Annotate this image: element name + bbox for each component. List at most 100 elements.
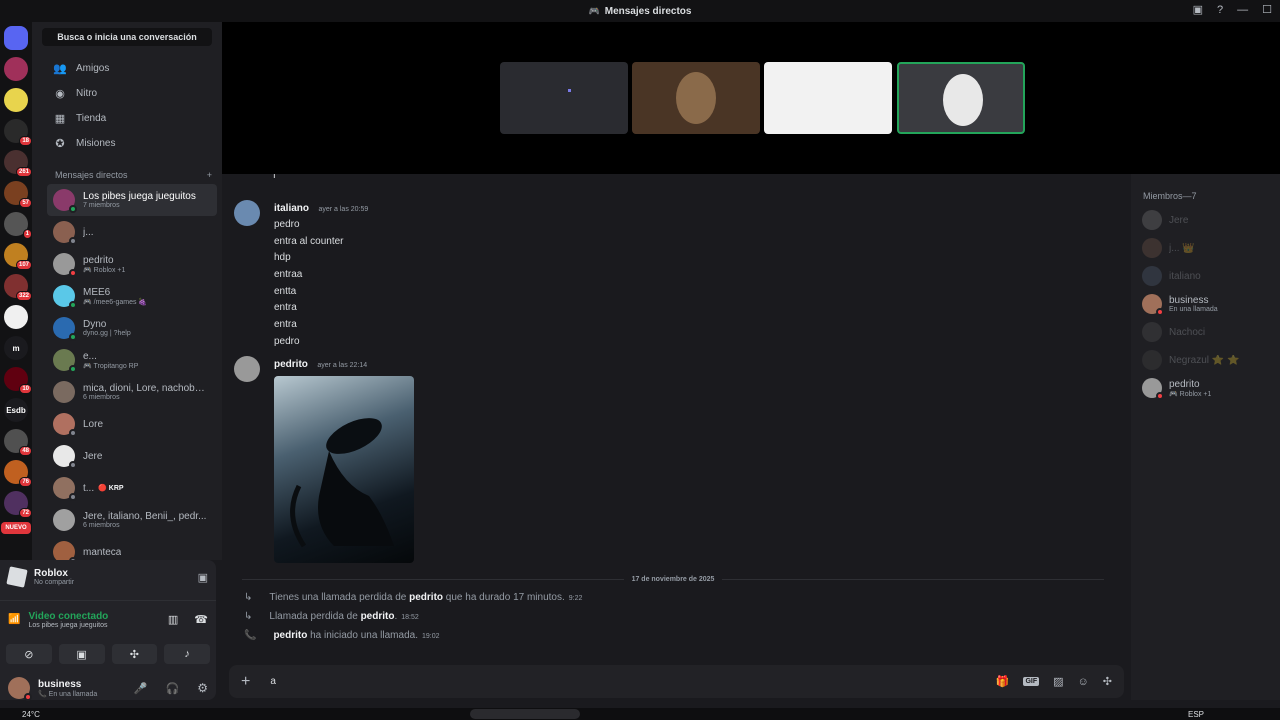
server-icon[interactable]: 10 xyxy=(4,367,32,394)
mic-icon[interactable]: 🎤 xyxy=(134,682,148,695)
screen-share-button[interactable]: ▣ xyxy=(58,644,105,664)
member-item[interactable]: business En una llamada xyxy=(1131,291,1280,317)
activities-button[interactable]: ✣ xyxy=(111,644,158,664)
headphones-icon[interactable]: 🎧 xyxy=(166,682,180,695)
dm-item[interactable]: Lore xyxy=(47,408,217,440)
dm-name: Jere xyxy=(83,450,103,462)
dm-name: MEE6 xyxy=(83,286,111,298)
server-icon[interactable]: 107 xyxy=(4,243,32,270)
camera-off-button[interactable]: ⊘ xyxy=(6,644,52,664)
server-icon[interactable] xyxy=(4,57,28,81)
server-icon[interactable]: 57 xyxy=(4,181,32,208)
noise-suppression-icon[interactable]: ▥ xyxy=(168,613,178,626)
server-icon[interactable]: 72 xyxy=(4,491,32,518)
video-tile[interactable] xyxy=(500,62,628,134)
minimize-button[interactable]: — xyxy=(1237,4,1248,16)
search-button[interactable]: Busca o inicia una conversación xyxy=(42,28,212,46)
member-item[interactable]: j... 👑 xyxy=(1131,235,1280,261)
sticker-icon[interactable]: ▨ xyxy=(1053,675,1063,688)
mention-badge: 10 xyxy=(19,384,32,394)
window-title: 🎮 Mensajes directos xyxy=(588,5,692,17)
system-time: 19:02 xyxy=(421,633,440,640)
system-user[interactable]: pedrito xyxy=(361,611,395,622)
system-message: ↳ Llamada perdida de pedrito. 18:52 xyxy=(244,611,419,622)
new-badge[interactable]: NUEVO xyxy=(1,522,31,534)
member-item[interactable]: italiano xyxy=(1131,263,1280,289)
status-dot xyxy=(69,429,77,437)
video-tile[interactable] xyxy=(764,62,892,134)
maximize-button[interactable]: ☐ xyxy=(1262,3,1272,16)
dm-item[interactable]: e... 🎮 Tropitango RP xyxy=(47,344,217,376)
my-avatar[interactable] xyxy=(8,677,32,701)
author-avatar[interactable] xyxy=(234,200,260,226)
nav-label: Amigos xyxy=(76,63,110,74)
member-item[interactable]: Negrazul ⭐ ⭐ xyxy=(1131,347,1280,373)
server-icon[interactable]: 1 xyxy=(4,212,32,239)
server-icon[interactable]: 322 xyxy=(4,274,32,301)
dm-item[interactable]: Los pibes juega jueguitos 7 miembros xyxy=(47,184,217,216)
system-user[interactable]: pedrito xyxy=(273,630,307,641)
dm-item[interactable]: Jere xyxy=(47,440,217,472)
dm-item[interactable]: manteca xyxy=(47,536,217,560)
author-avatar[interactable] xyxy=(234,356,260,382)
server-icon[interactable]: Esdb xyxy=(4,398,28,422)
message-line: entra xyxy=(274,319,297,331)
gif-icon[interactable]: GIF xyxy=(1023,677,1040,686)
member-name: Nachoci xyxy=(1169,326,1206,338)
member-item[interactable]: Jere xyxy=(1131,207,1280,233)
add-attachment-icon[interactable]: + xyxy=(241,673,250,691)
message-input[interactable]: a xyxy=(270,676,985,687)
image-art xyxy=(290,418,394,548)
message-author[interactable]: pedrito xyxy=(274,359,308,370)
server-icon[interactable]: m xyxy=(4,336,28,360)
avatar xyxy=(53,253,77,277)
member-name: business xyxy=(1169,295,1209,306)
language-indicator[interactable]: ESP xyxy=(1188,710,1204,719)
help-icon[interactable]: ? xyxy=(1217,4,1223,16)
nav-nitro[interactable]: ◉ Nitro xyxy=(32,81,222,106)
emoji-icon[interactable]: ☺ xyxy=(1078,676,1089,688)
settings-gear-icon[interactable]: ⚙ xyxy=(197,681,208,695)
nav-misiones[interactable]: ✪ Misiones xyxy=(32,131,222,156)
search-icon[interactable] xyxy=(470,709,580,719)
dm-item[interactable]: pedrito 🎮 Roblox +1 xyxy=(47,248,217,280)
message-composer: + a 🎁 GIF ▨ ☺ ✣ xyxy=(229,665,1124,698)
soundboard-button[interactable]: ♪ xyxy=(164,644,210,664)
dm-item[interactable]: j... xyxy=(47,216,217,248)
dm-item[interactable]: MEE6 🎮 /mee6-games 🍇 xyxy=(47,280,217,312)
inbox-icon[interactable]: ▣ xyxy=(1193,3,1203,16)
server-icon[interactable] xyxy=(4,305,28,329)
home-button[interactable] xyxy=(4,26,28,50)
dm-item[interactable]: mica, dioni, Lore, nachobe... 6 miembros xyxy=(47,376,217,408)
apps-icon[interactable]: ✣ xyxy=(1103,675,1112,688)
message-group-italiano: italiano ayer a las 20:59 pedro entra al … xyxy=(234,198,368,351)
avatar xyxy=(53,541,77,560)
video-tile[interactable] xyxy=(632,62,760,134)
disconnect-icon[interactable]: ☎ xyxy=(194,613,208,626)
nav-tienda[interactable]: ▦ Tienda xyxy=(32,106,222,131)
nav-amigos[interactable]: 👥 Amigos xyxy=(32,56,222,81)
stream-icon[interactable]: ▣ xyxy=(198,571,208,584)
status-dot xyxy=(24,693,32,701)
server-icon[interactable]: 48 xyxy=(4,429,32,456)
server-icon[interactable] xyxy=(4,88,28,112)
gift-icon[interactable]: 🎁 xyxy=(996,675,1010,688)
server-icon[interactable]: 261 xyxy=(4,150,32,177)
dm-item[interactable]: Dyno dyno.gg | ?help xyxy=(47,312,217,344)
member-item[interactable]: Nachoci xyxy=(1131,319,1280,345)
video-tile[interactable] xyxy=(897,62,1025,134)
member-item[interactable]: pedrito 🎮 Roblox +1 xyxy=(1131,375,1280,401)
misiones-icon: ✪ xyxy=(55,138,65,150)
tile-avatar xyxy=(943,74,983,126)
server-icon[interactable]: 76 xyxy=(4,460,32,487)
server-icon[interactable]: 18 xyxy=(4,119,32,146)
dm-item[interactable]: Jere, italiano, Benii_, pedr... 6 miembro… xyxy=(47,504,217,536)
dm-item[interactable]: t... 🔴 KRP xyxy=(47,472,217,504)
attached-image[interactable] xyxy=(274,376,414,563)
dm-name: mica, dioni, Lore, nachobe... xyxy=(83,383,207,394)
voice-channel[interactable]: Los pibes juega jueguitos xyxy=(28,622,108,629)
message-author[interactable]: italiano xyxy=(274,203,309,214)
member-name: italiano xyxy=(1169,270,1201,282)
add-dm-button[interactable]: + xyxy=(207,170,212,180)
system-user[interactable]: pedrito xyxy=(409,592,443,603)
